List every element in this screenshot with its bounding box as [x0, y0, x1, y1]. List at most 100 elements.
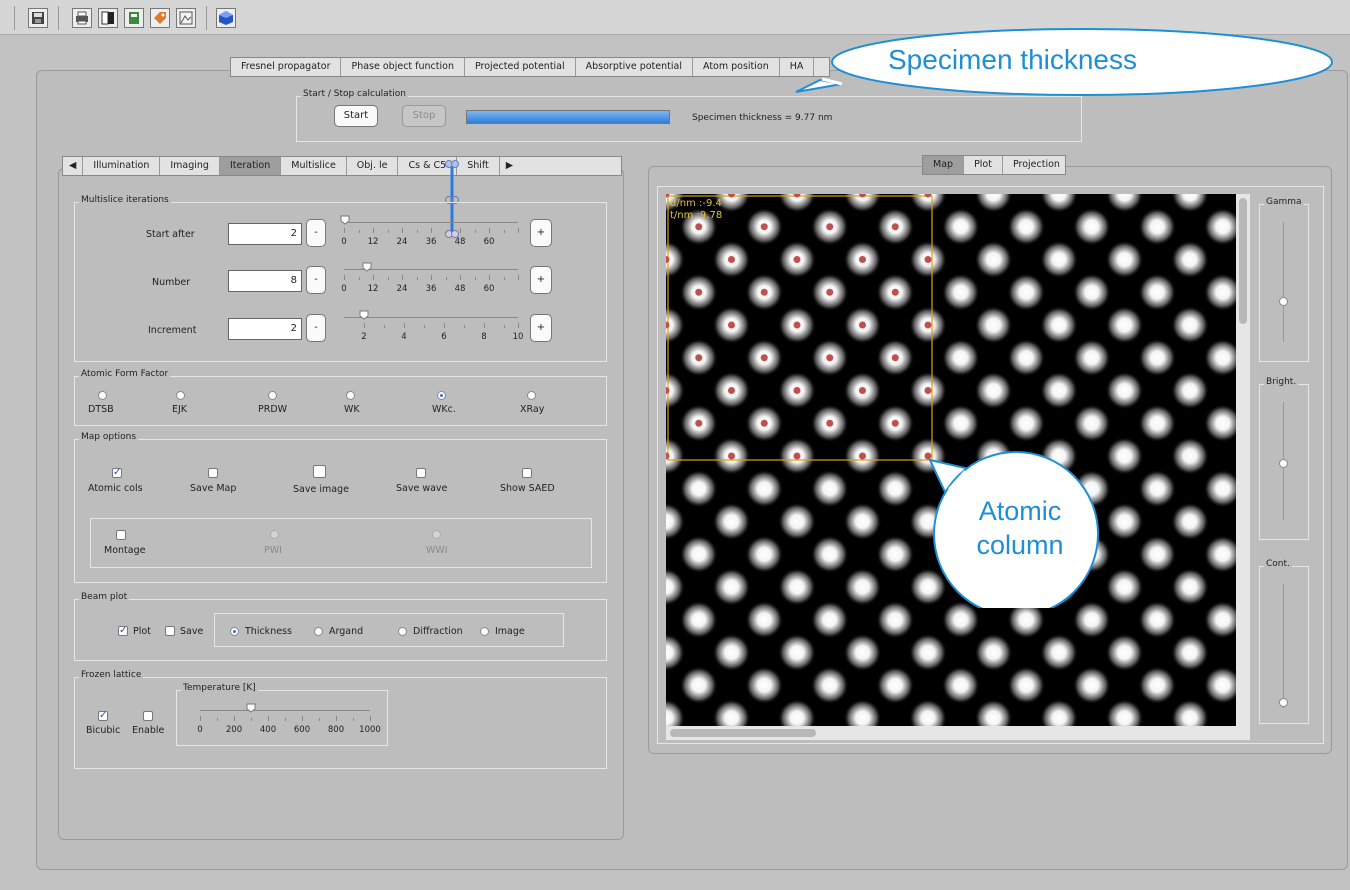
radio-ejk[interactable]: [176, 391, 185, 400]
increment-input[interactable]: 2: [228, 318, 302, 340]
atom-marker: [891, 354, 899, 362]
atomic-column: [1138, 338, 1177, 377]
atomic-column: [778, 699, 816, 737]
vertical-scroll-thumb[interactable]: [1239, 198, 1247, 324]
save-image-checkbox[interactable]: [313, 465, 326, 478]
number-minus-button[interactable]: -: [306, 266, 326, 294]
atomic-column: [1203, 666, 1242, 705]
frozen-lattice-group-label: Frozen lattice: [79, 670, 144, 680]
horizontal-scroll-thumb[interactable]: [670, 729, 816, 737]
tick-label: 400: [259, 725, 277, 735]
radio-diffraction[interactable]: [398, 627, 407, 636]
atomic-column: [941, 404, 980, 443]
bicubic-checkbox[interactable]: ✓: [98, 711, 108, 721]
start-after-input[interactable]: 2: [228, 223, 302, 245]
vertical-scrollbar[interactable]: [1236, 194, 1250, 726]
tab-scroll-left-icon[interactable]: ◀: [63, 157, 84, 175]
atomic-cols-checkbox[interactable]: ✓: [112, 468, 122, 478]
radio-wwi[interactable]: [432, 530, 441, 539]
start-after-slider[interactable]: 0 12 24 36 48 60: [336, 212, 526, 252]
save-wave-checkbox[interactable]: [416, 468, 426, 478]
tag-icon[interactable]: [150, 8, 170, 28]
radio-thickness[interactable]: [230, 627, 239, 636]
temperature-slider[interactable]: 0 200 400 600 800 1000: [192, 700, 382, 740]
gamma-label: Gamma: [1264, 197, 1304, 207]
stop-button[interactable]: Stop: [402, 105, 446, 127]
tab-obj-lens[interactable]: Obj. le: [347, 157, 399, 175]
slider-thumb-icon[interactable]: [362, 262, 372, 272]
tab-projection[interactable]: Projection: [1003, 156, 1070, 174]
image-icon[interactable]: [176, 8, 196, 28]
radio-xray[interactable]: [527, 391, 536, 400]
atomic-column: [810, 666, 849, 705]
slider-thumb-icon[interactable]: [340, 215, 350, 225]
start-after-plus-button[interactable]: +: [530, 219, 552, 247]
save-icon[interactable]: [28, 8, 48, 28]
start-after-minus-button[interactable]: -: [306, 219, 326, 247]
radio-argand-label: Argand: [329, 626, 364, 637]
plot-label: Plot: [133, 626, 151, 637]
radio-pwi[interactable]: [270, 530, 279, 539]
tab-atom-position[interactable]: Atom position: [693, 58, 780, 76]
tick-label: 12: [367, 284, 379, 294]
radio-xray-label: XRay: [520, 404, 545, 415]
tab-iteration[interactable]: Iteration: [219, 157, 282, 175]
contrast-icon[interactable]: [98, 8, 118, 28]
slider-thumb-icon[interactable]: [359, 310, 369, 320]
cont-slider-thumb[interactable]: [1279, 698, 1288, 707]
radio-wk[interactable]: [346, 391, 355, 400]
tab-absorptive-potential[interactable]: Absorptive potential: [576, 58, 693, 76]
bright-slider-thumb[interactable]: [1279, 459, 1288, 468]
atomic-column: [745, 535, 784, 574]
tab-fresnel-propagator[interactable]: Fresnel propagator: [231, 58, 342, 76]
tick-label: 36: [425, 284, 437, 294]
tab-plot[interactable]: Plot: [964, 156, 1003, 174]
export-icon[interactable]: [124, 8, 144, 28]
map-options-group-label: Map options: [79, 432, 139, 442]
tab-phase-object-function[interactable]: Phase object function: [341, 58, 465, 76]
tab-imaging[interactable]: Imaging: [160, 157, 220, 175]
toolbar-separator: [14, 6, 15, 30]
tab-scroll-right-icon[interactable]: ▶: [500, 157, 519, 175]
increment-plus-button[interactable]: +: [530, 314, 552, 342]
gamma-slider-thumb[interactable]: [1279, 297, 1288, 306]
start-after-label: Start after: [146, 229, 195, 240]
tick-label: 48: [454, 284, 466, 294]
tab-projected-potential[interactable]: Projected potential: [465, 58, 576, 76]
horizontal-scrollbar[interactable]: [666, 726, 1250, 740]
cube-icon[interactable]: [216, 8, 236, 28]
tab-illumination[interactable]: Illumination: [83, 157, 161, 175]
save-map-checkbox[interactable]: [208, 468, 218, 478]
radio-dtsb-label: DTSB: [88, 404, 114, 415]
atomic-column: [843, 568, 882, 606]
show-saed-checkbox[interactable]: [522, 468, 532, 478]
radio-wkc[interactable]: [437, 391, 446, 400]
atomic-column: [941, 207, 980, 246]
radio-dtsb[interactable]: [98, 391, 107, 400]
slider-thumb-icon[interactable]: [246, 703, 256, 713]
atomic-column: [1171, 568, 1209, 606]
radio-prdw[interactable]: [268, 391, 277, 400]
number-plus-button[interactable]: +: [530, 266, 552, 294]
save-checkbox[interactable]: [165, 626, 175, 636]
tick-label: 48: [454, 237, 466, 247]
print-icon[interactable]: [72, 8, 92, 28]
increment-minus-button[interactable]: -: [306, 314, 326, 342]
number-slider[interactable]: 0 12 24 36 48 60: [336, 259, 526, 299]
plot-checkbox[interactable]: ✓: [118, 626, 128, 636]
gamma-group: Gamma: [1259, 197, 1309, 362]
atomic-column: [745, 600, 784, 639]
atomic-column: [1040, 306, 1078, 344]
cont-track[interactable]: [1283, 584, 1284, 708]
tab-multislice[interactable]: Multislice: [281, 157, 347, 175]
montage-checkbox[interactable]: [116, 530, 126, 540]
tab-map[interactable]: Map: [923, 156, 965, 174]
radio-image[interactable]: [480, 627, 489, 636]
radio-argand[interactable]: [314, 627, 323, 636]
start-button[interactable]: Start: [334, 105, 378, 127]
enable-checkbox[interactable]: [143, 711, 153, 721]
increment-slider[interactable]: 2 4 6 8 10: [336, 307, 526, 347]
gamma-track[interactable]: [1283, 222, 1284, 342]
toolbar-separator: [206, 6, 207, 30]
number-input[interactable]: 8: [228, 270, 302, 292]
